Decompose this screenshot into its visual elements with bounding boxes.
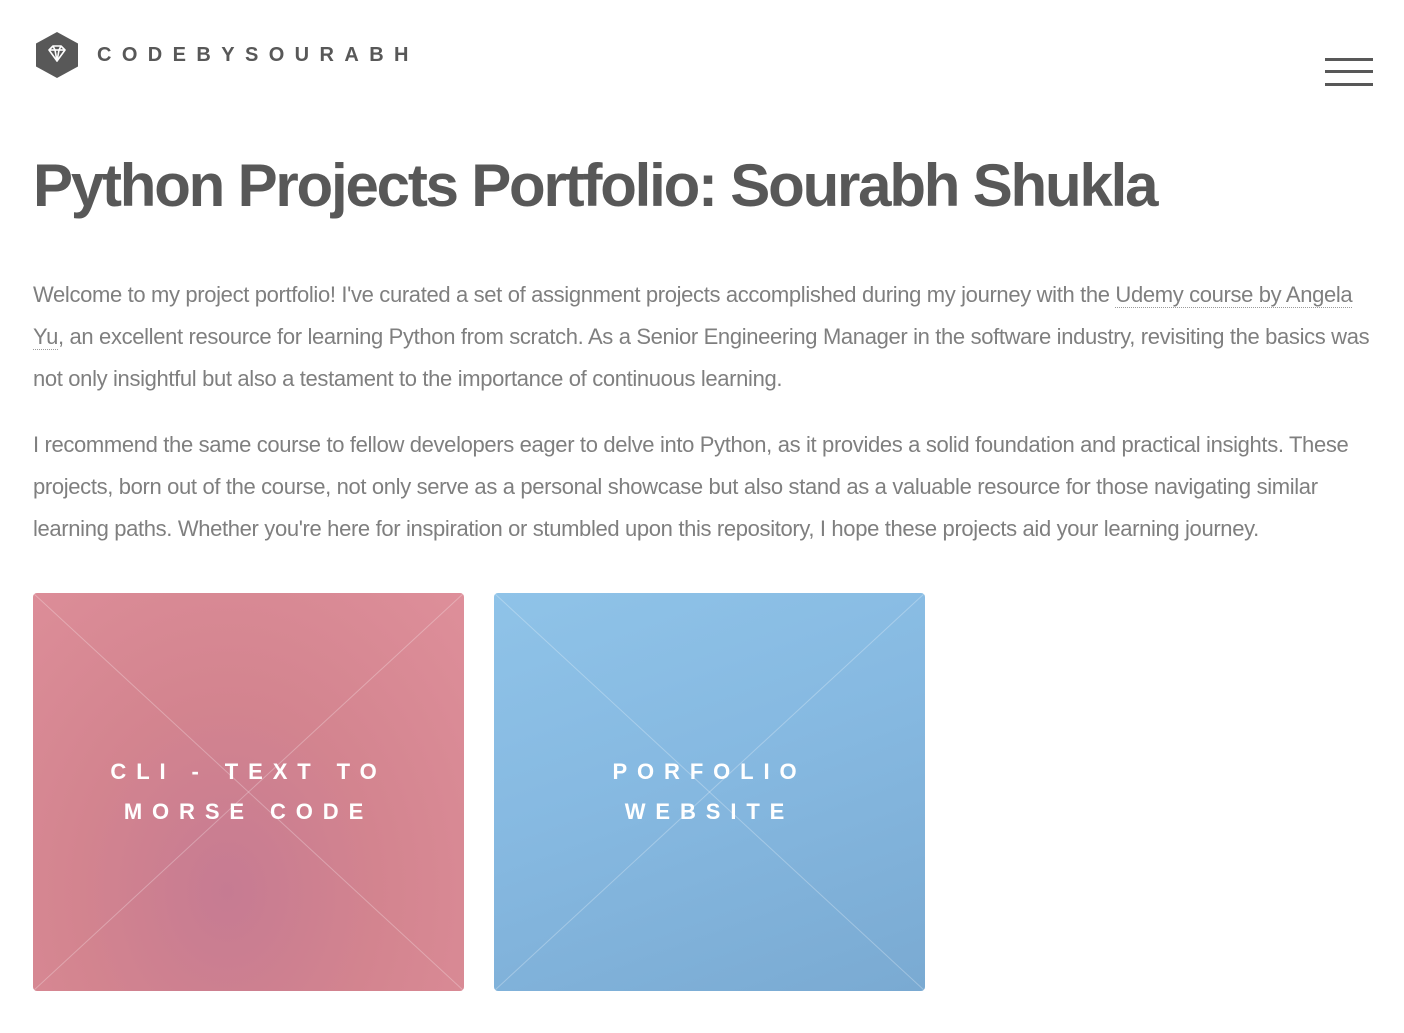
site-header: CODEBYSOURABH (0, 0, 1404, 110)
menu-bar (1325, 58, 1373, 61)
intro-text-end: , an excellent resource for learning Pyt… (33, 324, 1370, 391)
intro-text-start: Welcome to my project portfolio! I've cu… (33, 282, 1116, 307)
page-title: Python Projects Portfolio: Sourabh Shukl… (33, 152, 1158, 219)
project-tiles: CLI - Text to Morse Code Porfolio Websit… (33, 593, 925, 991)
project-tile-morse-code[interactable]: CLI - Text to Morse Code (33, 593, 464, 991)
intro-paragraph: Welcome to my project portfolio! I've cu… (33, 274, 1383, 400)
tile-title: Porfolio Website (612, 759, 807, 824)
tile-title: CLI - Text to Morse Code (110, 759, 387, 824)
recommendation-paragraph: I recommend the same course to fellow de… (33, 432, 1349, 541)
menu-bar (1325, 83, 1373, 86)
menu-bar (1325, 70, 1373, 73)
site-logo-link[interactable]: CODEBYSOURABH (35, 31, 419, 79)
site-name: CODEBYSOURABH (97, 43, 419, 66)
hamburger-menu-icon[interactable] (1325, 58, 1373, 88)
project-tile-portfolio-website[interactable]: Porfolio Website (494, 593, 925, 991)
main-content: Python Projects Portfolio: Sourabh Shukl… (33, 150, 1383, 550)
diamond-icon (36, 32, 78, 78)
